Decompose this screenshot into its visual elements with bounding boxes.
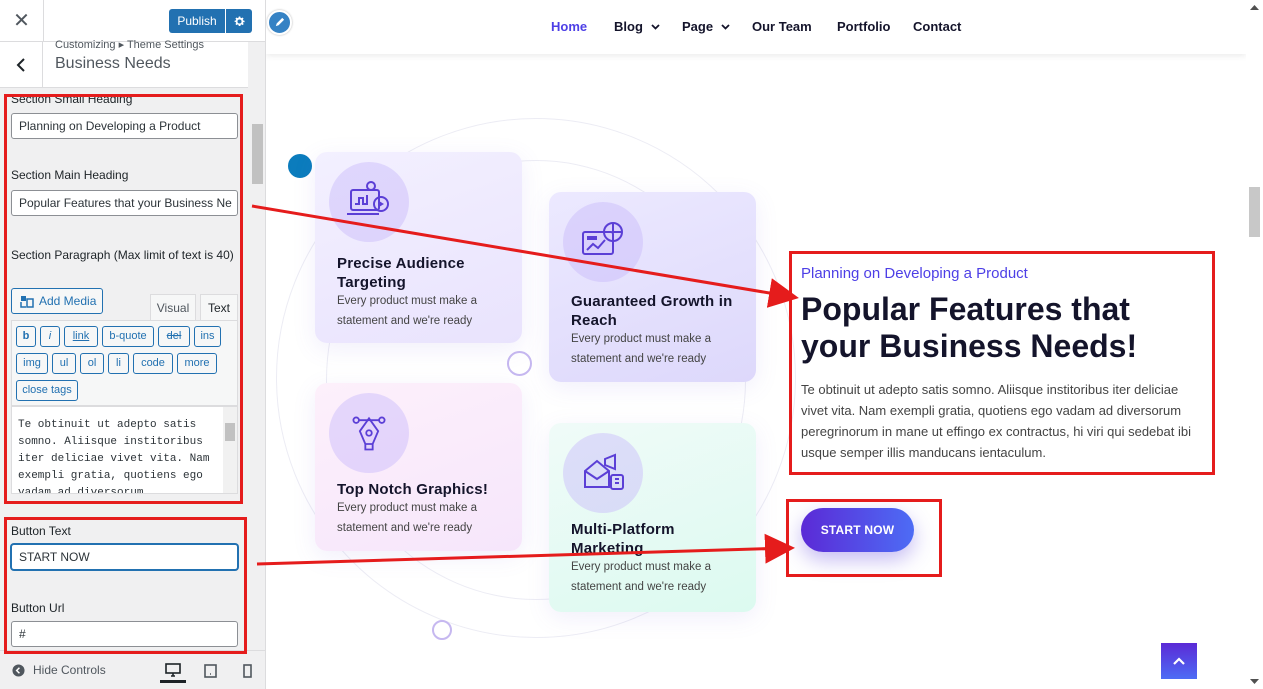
annotation-box-button-controls [4, 517, 247, 654]
card-description: Every product must make a statement and … [571, 333, 711, 365]
preview-desktop-button[interactable] [160, 659, 186, 683]
section-title: Business Needs [55, 55, 171, 72]
hide-controls-label: Hide Controls [33, 663, 106, 677]
chevron-down-icon [651, 23, 660, 30]
chevron-down-icon [721, 23, 730, 30]
hide-controls-button[interactable]: Hide Controls [12, 663, 106, 677]
section-header: Customizing ▸ Theme Settings Business Ne… [0, 39, 248, 88]
nav-blog[interactable]: Blog [614, 19, 660, 34]
customizer-footer: Hide Controls [0, 650, 265, 689]
nav-portfolio[interactable]: Portfolio [837, 19, 890, 34]
nav-our-team[interactable]: Our Team [752, 19, 812, 34]
edit-shortcut-pencil-icon[interactable] [267, 10, 292, 35]
multi-platform-marketing-icon [563, 433, 643, 513]
feature-card: Multi-Platform Marketing Every product m… [549, 423, 756, 612]
card-description: Every product must make a statement and … [337, 502, 477, 534]
growth-chart-icon [563, 202, 643, 282]
chevron-left-icon [16, 58, 25, 72]
card-description: Every product must make a statement and … [571, 561, 711, 593]
scroll-up-arrow-icon [1250, 5, 1259, 10]
panel-scrollbar[interactable] [249, 42, 265, 648]
annotation-box-button-preview [786, 499, 942, 577]
collapse-arrow-icon [12, 663, 25, 677]
preview-mobile-button[interactable] [234, 659, 260, 683]
nav-contact[interactable]: Contact [913, 19, 961, 34]
chevron-up-icon [1173, 657, 1185, 665]
nav-home-label: Home [551, 19, 588, 34]
card-title: Top Notch Graphics! [337, 481, 489, 498]
card-title: Guaranteed Growth in Reach [571, 293, 733, 329]
nav-home[interactable]: Home [551, 19, 587, 34]
feature-card: Top Notch Graphics! Every product must m… [315, 383, 522, 551]
annotation-box-text-preview [789, 251, 1215, 475]
mobile-icon [242, 664, 252, 678]
nav-page[interactable]: Page [682, 19, 730, 34]
back-button[interactable] [0, 42, 43, 88]
customizer-topbar: ✕ Publish [0, 0, 265, 42]
card-description: Every product must make a statement and … [337, 295, 477, 327]
nav-blog-label: Blog [614, 19, 643, 34]
close-customizer-icon[interactable]: ✕ [0, 0, 44, 42]
scroll-to-top-button[interactable] [1161, 643, 1197, 679]
card-title: Precise Audience Targeting [337, 255, 465, 291]
panel-scroll-thumb[interactable] [252, 124, 263, 184]
decorative-dot [507, 351, 532, 376]
publish-settings-gear-icon[interactable] [226, 9, 252, 33]
preview-scrollbar[interactable] [1246, 0, 1263, 689]
breadcrumb: Customizing ▸ Theme Settings [55, 39, 204, 51]
preview-tablet-button[interactable] [197, 659, 223, 683]
desktop-icon [165, 662, 181, 677]
publish-button[interactable]: Publish [169, 9, 225, 33]
tablet-icon [203, 664, 217, 678]
preview-scroll-thumb[interactable] [1249, 187, 1260, 237]
scroll-down-arrow-icon [1250, 679, 1259, 684]
decorative-dot [288, 154, 312, 178]
annotation-box-text-controls [4, 94, 243, 504]
nav-portfolio-label: Portfolio [837, 19, 891, 34]
feature-card: Guaranteed Growth in Reach Every product… [549, 192, 756, 382]
feature-card: Precise Audience Targeting Every product… [315, 152, 522, 343]
audience-targeting-icon [329, 162, 409, 242]
nav-our-team-label: Our Team [752, 19, 812, 34]
card-title: Multi-Platform Marketing [571, 521, 675, 557]
nav-page-label: Page [682, 19, 714, 34]
site-navbar: Home Blog Page Our Team Portfolio Contac… [266, 0, 1246, 54]
pen-tool-graphics-icon [329, 393, 409, 473]
nav-contact-label: Contact [913, 19, 962, 34]
decorative-dot [432, 620, 452, 640]
